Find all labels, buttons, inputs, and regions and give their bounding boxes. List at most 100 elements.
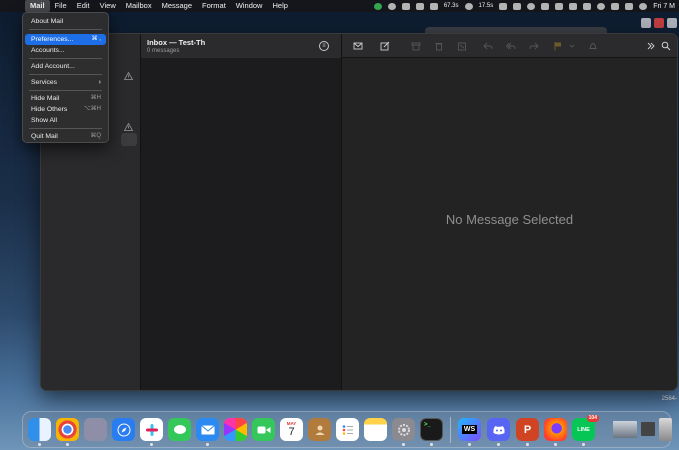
siri-icon[interactable]: [639, 2, 648, 10]
system-preferences-icon[interactable]: [392, 418, 415, 441]
desktop-image-icon[interactable]: [667, 18, 677, 28]
menu-item-services[interactable]: Services ›: [25, 77, 106, 88]
menu-edit[interactable]: Edit: [72, 0, 95, 12]
flag-icon: [552, 40, 564, 52]
webstorm-label: WS: [461, 425, 478, 434]
menu-item-hide-others[interactable]: Hide Others ⌥⌘H: [25, 104, 106, 115]
calendar-icon[interactable]: MAY 7: [280, 418, 303, 441]
finder-icon[interactable]: [28, 418, 51, 441]
menu-item-hide-mail[interactable]: Hide Mail ⌘H: [25, 93, 106, 104]
line-label: LINE: [577, 426, 590, 433]
terminal-icon[interactable]: >_: [420, 418, 443, 441]
powerpoint-label: P: [523, 423, 532, 436]
sidebar-selected-mailbox[interactable]: [121, 133, 137, 146]
menu-format[interactable]: Format: [197, 0, 231, 12]
trash-can-icon[interactable]: [659, 418, 672, 441]
menu-item-label: Show All: [31, 117, 58, 124]
no-message-selected: No Message Selected: [445, 212, 574, 227]
cloud-icon[interactable]: [513, 2, 522, 10]
menu-item-quit-mail[interactable]: Quit Mail ⌘Q: [25, 131, 106, 142]
spotlight-icon[interactable]: [597, 2, 606, 10]
menu-item-label: About Mail: [31, 18, 64, 25]
archive-icon: [410, 40, 422, 52]
search-icon[interactable]: [660, 40, 672, 52]
battery-icon[interactable]: [569, 2, 578, 10]
warning-icon: [124, 72, 133, 80]
menu-separator: [29, 90, 102, 91]
menu-item-label: Quit Mail: [31, 133, 58, 140]
clock[interactable]: Fri 7 M: [653, 3, 675, 10]
screen-mirroring-icon[interactable]: [611, 2, 620, 10]
menu-item-add-account[interactable]: Add Account...: [25, 61, 106, 72]
chevron-down-icon: [566, 40, 578, 52]
forward-icon: [528, 40, 540, 52]
record-icon[interactable]: [387, 2, 396, 10]
menu-item-show-all[interactable]: Show All: [25, 115, 106, 126]
menu-item-label: Hide Mail: [31, 95, 60, 102]
running-indicator: [66, 443, 69, 446]
menu-item-preferences[interactable]: Preferences... ⌘ ,: [25, 34, 106, 45]
desktop-app-icon[interactable]: [654, 18, 664, 28]
shortcut-label: ⌘ ,: [91, 36, 101, 42]
desktop-file-icon[interactable]: [641, 18, 651, 28]
timer-icon[interactable]: [527, 2, 536, 10]
dock: MAY 7 >_ WS P LINE 104: [22, 411, 672, 448]
running-indicator: [38, 443, 41, 446]
clipboard-icon[interactable]: [415, 2, 424, 10]
wifi-status-icon[interactable]: [583, 2, 592, 10]
calendar-day: 7: [288, 426, 295, 438]
menu-mailbox[interactable]: Mailbox: [121, 0, 157, 12]
running-indicator: [402, 443, 405, 446]
webstorm-icon[interactable]: WS: [458, 418, 481, 441]
runcat-icon[interactable]: [499, 2, 508, 10]
menu-file[interactable]: File: [50, 0, 72, 12]
reminders-icon[interactable]: [336, 418, 359, 441]
menu-item-label: Accounts...: [31, 47, 65, 54]
overflow-chevrons-icon[interactable]: [645, 40, 657, 52]
wifi-icon[interactable]: [429, 2, 438, 10]
network-icon[interactable]: [464, 2, 473, 10]
powerpoint-icon[interactable]: P: [516, 418, 539, 441]
message-count: 0 messages: [147, 48, 180, 54]
menu-item-accounts[interactable]: Accounts...: [25, 45, 106, 56]
facetime-icon[interactable]: [252, 418, 275, 441]
slack-icon[interactable]: [140, 418, 163, 441]
reply-icon: [482, 40, 494, 52]
line-icon[interactable]: LINE 104: [572, 415, 599, 441]
launchpad-icon[interactable]: [84, 418, 107, 441]
mail-app-menu: About Mail Preferences... ⌘ , Accounts..…: [22, 12, 109, 143]
menu-message[interactable]: Message: [157, 0, 197, 12]
menu-window[interactable]: Window: [231, 0, 268, 12]
contacts-icon[interactable]: [308, 418, 331, 441]
downloads-stack-icon[interactable]: [613, 421, 637, 438]
bluetooth-icon[interactable]: [555, 2, 564, 10]
menu-item-about-mail[interactable]: About Mail: [25, 16, 106, 27]
running-indicator: [150, 443, 153, 446]
submenu-arrow-icon: ›: [98, 79, 101, 86]
compose-icon[interactable]: [379, 40, 391, 52]
discord-icon[interactable]: [487, 418, 510, 441]
photos-icon[interactable]: [224, 418, 247, 441]
control-center-icon[interactable]: [625, 2, 634, 10]
display-icon[interactable]: [401, 2, 410, 10]
menu-bar: Mail File Edit View Mailbox Message Form…: [0, 0, 679, 12]
notifications-bell-icon: [587, 40, 599, 52]
get-mail-icon[interactable]: [352, 40, 364, 52]
messages-icon[interactable]: [168, 418, 191, 441]
menu-help[interactable]: Help: [267, 0, 292, 12]
document-stack-icon[interactable]: [641, 422, 655, 436]
filter-icon[interactable]: ≡: [319, 41, 329, 51]
line-status-icon[interactable]: [373, 2, 382, 10]
chrome-icon[interactable]: [56, 418, 79, 441]
firefox-icon[interactable]: [544, 418, 567, 441]
message-viewer: No Message Selected: [342, 34, 677, 390]
message-list: Inbox — Test-Th 0 messages ≡: [141, 34, 342, 390]
notes-icon[interactable]: [364, 418, 387, 441]
mail-icon[interactable]: [196, 418, 219, 441]
menu-mail[interactable]: Mail: [25, 0, 50, 12]
input-source-icon[interactable]: [541, 2, 550, 10]
menu-view[interactable]: View: [95, 0, 121, 12]
safari-icon[interactable]: [112, 418, 135, 441]
running-indicator: [526, 443, 529, 446]
running-indicator: [582, 443, 585, 446]
